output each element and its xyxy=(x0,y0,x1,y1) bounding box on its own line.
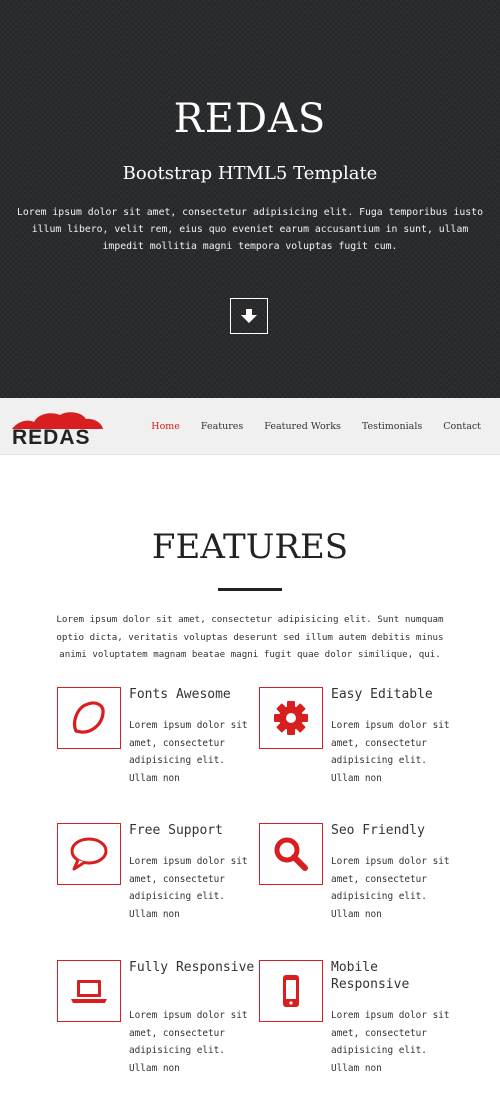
lemon-icon xyxy=(73,701,105,734)
feature-desc: Lorem ipsum dolor sit amet, consectetur … xyxy=(129,720,248,784)
logo[interactable]: REDAS xyxy=(10,405,105,449)
hero-text: Lorem ipsum dolor sit amet, consectetur … xyxy=(17,207,483,252)
laptop-icon xyxy=(71,980,107,1003)
feature-icon-box xyxy=(259,823,323,885)
nav-item-home[interactable]: Home xyxy=(151,421,180,432)
feature-desc: Lorem ipsum dolor sit amet, consectetur … xyxy=(129,1010,248,1074)
features-intro: Lorem ipsum dolor sit amet, consectetur … xyxy=(56,614,444,660)
hero-title: REDAS xyxy=(173,96,327,142)
arrow-down-icon xyxy=(241,309,257,323)
feature-icon-box xyxy=(259,960,323,1022)
gear-icon xyxy=(274,701,308,735)
feature-icon-box xyxy=(259,687,323,749)
hero-section: REDAS Bootstrap HTML5 Template Lorem ips… xyxy=(0,0,500,398)
feature-title: Easy Editable xyxy=(331,687,433,702)
scroll-down-button[interactable] xyxy=(230,298,268,334)
nav-item-features[interactable]: Features xyxy=(201,421,243,432)
nav-menu: Home Features Featured Works Testimonial… xyxy=(151,398,500,454)
feature-desc: Lorem ipsum dolor sit amet, consectetur … xyxy=(331,856,450,920)
comment-icon xyxy=(70,837,108,871)
feature-icon-box xyxy=(57,823,121,885)
feature-title: Mobile Responsive xyxy=(331,960,410,992)
hero-subtitle: Bootstrap HTML5 Template xyxy=(122,163,378,184)
nav-item-testimonials[interactable]: Testimonials xyxy=(362,421,422,432)
feature-title: Free Support xyxy=(129,823,223,838)
feature-title: Seo Friendly xyxy=(331,823,425,838)
nav-item-featured-works[interactable]: Featured Works xyxy=(264,421,341,432)
navbar: REDAS Home Features Featured Works Testi… xyxy=(0,398,500,455)
search-icon xyxy=(274,837,308,871)
mobile-icon xyxy=(283,975,299,1007)
feature-icon-box xyxy=(57,687,121,749)
nav-item-contact[interactable]: Contact xyxy=(443,421,481,432)
feature-desc: Lorem ipsum dolor sit amet, consectetur … xyxy=(129,856,248,920)
feature-title: Fonts Awesome xyxy=(129,687,231,702)
features-title: FEATURES xyxy=(151,527,349,567)
feature-icon-box xyxy=(57,960,121,1022)
feature-desc: Lorem ipsum dolor sit amet, consectetur … xyxy=(331,1010,450,1074)
feature-title: Fully Responsive xyxy=(129,960,255,975)
logo-text: REDAS xyxy=(12,426,91,449)
title-divider xyxy=(218,588,282,591)
feature-desc: Lorem ipsum dolor sit amet, consectetur … xyxy=(331,720,450,784)
